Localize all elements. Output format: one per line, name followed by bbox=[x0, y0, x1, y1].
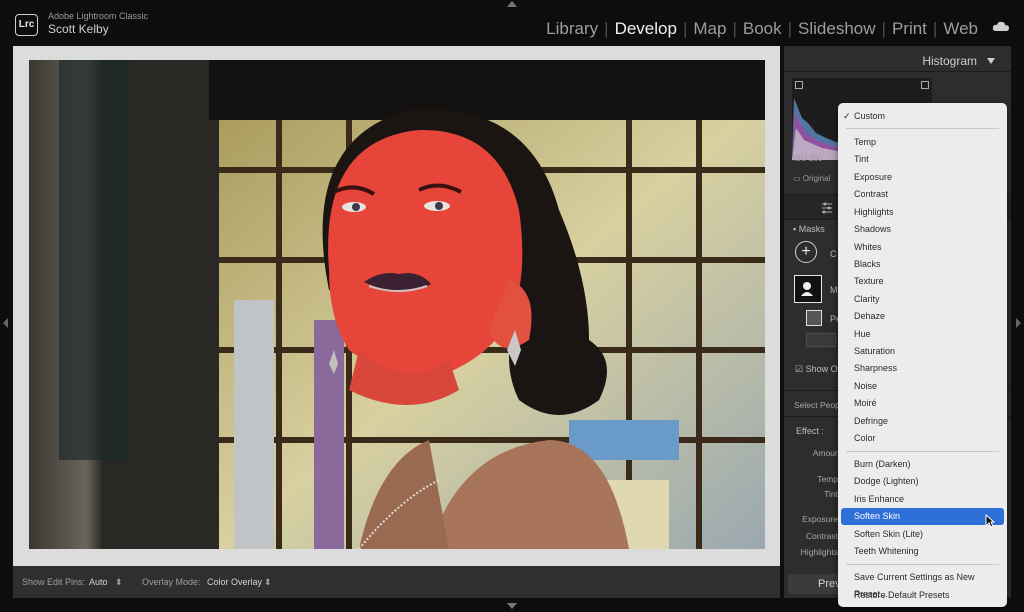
effect-label: Effect : bbox=[796, 426, 824, 436]
menu-item-noise[interactable]: Noise bbox=[841, 378, 1004, 395]
menu-item-moire[interactable]: Moiré bbox=[841, 395, 1004, 412]
image-canvas[interactable] bbox=[13, 46, 780, 566]
menu-item-iris-enhance[interactable]: Iris Enhance bbox=[841, 491, 1004, 508]
menu-item-tint[interactable]: Tint bbox=[841, 151, 1004, 168]
module-slideshow[interactable]: Slideshow bbox=[794, 19, 880, 39]
menu-item-soften-skin[interactable]: Soften Skin bbox=[841, 508, 1004, 525]
module-library[interactable]: Library bbox=[542, 19, 602, 39]
select-people-label: Select Peop bbox=[794, 400, 840, 410]
masks-header: ▪ Masks bbox=[793, 224, 825, 234]
amount-label: Amount bbox=[812, 448, 842, 458]
menu-item-custom[interactable]: ✓ Custom bbox=[841, 108, 1004, 125]
module-map[interactable]: Map bbox=[689, 19, 730, 39]
histogram-header[interactable]: Histogram bbox=[784, 46, 1011, 72]
exposure-label: Exposure bbox=[802, 514, 838, 524]
module-picker: Library | Develop | Map | Book | Slidesh… bbox=[542, 19, 982, 39]
mask-1-label: M bbox=[830, 285, 838, 295]
mask-thumbnail[interactable] bbox=[794, 275, 822, 303]
mask-add-subtract-field[interactable] bbox=[806, 333, 836, 347]
contrast-label: Contrast bbox=[805, 531, 838, 541]
right-panel-toggle-icon[interactable] bbox=[1016, 318, 1021, 328]
menu-item-whites[interactable]: Whites bbox=[841, 239, 1004, 256]
menu-item-blacks[interactable]: Blacks bbox=[841, 256, 1004, 273]
create-mask-button[interactable]: + bbox=[795, 241, 817, 263]
edit-pins-chevron-icon[interactable]: ⬍ bbox=[115, 577, 123, 588]
menu-item-defringe[interactable]: Defringe bbox=[841, 413, 1004, 430]
edit-pins-label: Show Edit Pins: bbox=[22, 577, 86, 587]
mouse-cursor-icon bbox=[985, 514, 995, 528]
overlay-mode-label: Overlay Mode: bbox=[142, 577, 201, 587]
menu-item-teeth-whitening[interactable]: Teeth Whitening bbox=[841, 543, 1004, 560]
menu-item-highlights[interactable]: Highlights bbox=[841, 204, 1004, 221]
menu-item-soften-skin-lite[interactable]: Soften Skin (Lite) bbox=[841, 526, 1004, 543]
left-panel-toggle-icon[interactable] bbox=[3, 318, 8, 328]
module-develop[interactable]: Develop bbox=[611, 19, 681, 39]
menu-item-sharpness[interactable]: Sharpness bbox=[841, 360, 1004, 377]
module-web[interactable]: Web bbox=[939, 19, 982, 39]
highlight-clipping-icon[interactable] bbox=[921, 81, 929, 89]
menu-item-dodge[interactable]: Dodge (Lighten) bbox=[841, 473, 1004, 490]
top-bar: Lrc Adobe Lightroom Classic Scott Kelby … bbox=[0, 0, 1024, 46]
checkmark-icon: ✓ bbox=[843, 111, 851, 121]
effect-presets-menu: ✓ Custom Temp Tint Exposure Contrast Hig… bbox=[838, 103, 1007, 607]
edit-pins-select[interactable]: Auto bbox=[89, 577, 108, 587]
top-panel-toggle-icon[interactable] bbox=[507, 1, 517, 7]
app-name: Adobe Lightroom Classic bbox=[48, 11, 149, 21]
menu-item-hue[interactable]: Hue bbox=[841, 326, 1004, 343]
collapse-triangle-icon[interactable] bbox=[987, 58, 995, 64]
lrc-logo: Lrc bbox=[15, 14, 38, 36]
highlights-label: Highlights bbox=[800, 547, 838, 557]
menu-item-burn[interactable]: Burn (Darken) bbox=[841, 456, 1004, 473]
menu-item-dehaze[interactable]: Dehaze bbox=[841, 308, 1004, 325]
menu-item-clarity[interactable]: Clarity bbox=[841, 291, 1004, 308]
menu-item-temp[interactable]: Temp bbox=[841, 134, 1004, 151]
person-component-thumbnail[interactable] bbox=[806, 310, 822, 326]
menu-item-exposure[interactable]: Exposure bbox=[841, 169, 1004, 186]
histogram-title: Histogram bbox=[922, 54, 977, 68]
bottom-toolbar: Show Edit Pins: Auto ⬍ Overlay Mode: Col… bbox=[13, 566, 780, 598]
menu-item-save-preset[interactable]: Save Current Settings as New Preset... bbox=[841, 569, 1004, 599]
module-book[interactable]: Book bbox=[739, 19, 786, 39]
shadow-clipping-icon[interactable] bbox=[795, 81, 803, 89]
menu-item-restore-presets[interactable]: Restore Default Presets bbox=[841, 587, 1004, 604]
menu-item-contrast[interactable]: Contrast bbox=[841, 186, 1004, 203]
user-name: Scott Kelby bbox=[48, 22, 109, 36]
sliders-icon[interactable] bbox=[820, 201, 834, 215]
filmstrip-toggle-icon[interactable] bbox=[507, 603, 517, 609]
module-print[interactable]: Print bbox=[888, 19, 931, 39]
tint-label: Tint bbox=[824, 489, 838, 499]
overlay-mode-chevron-icon[interactable]: ⬍ bbox=[264, 577, 272, 588]
original-toggle[interactable]: ▭ Original bbox=[793, 174, 830, 183]
temp-label: Temp bbox=[817, 474, 838, 484]
menu-item-shadows[interactable]: Shadows bbox=[841, 221, 1004, 238]
menu-item-color[interactable]: Color bbox=[841, 430, 1004, 447]
show-overlay-label: Show O bbox=[805, 364, 838, 374]
original-label: Original bbox=[802, 174, 831, 183]
photo-preview[interactable] bbox=[29, 60, 765, 549]
overlay-mode-select[interactable]: Color Overlay bbox=[207, 577, 262, 587]
iso-readout: ISO 200 bbox=[793, 154, 823, 163]
cloud-sync-icon[interactable] bbox=[992, 21, 1010, 32]
menu-item-saturation[interactable]: Saturation bbox=[841, 343, 1004, 360]
portrait-photo bbox=[29, 60, 765, 549]
create-new-mask-label: C bbox=[830, 249, 837, 259]
masks-label: Masks bbox=[798, 224, 825, 234]
show-overlay-checkbox[interactable]: ☑ Show O bbox=[795, 364, 838, 375]
menu-item-texture[interactable]: Texture bbox=[841, 273, 1004, 290]
